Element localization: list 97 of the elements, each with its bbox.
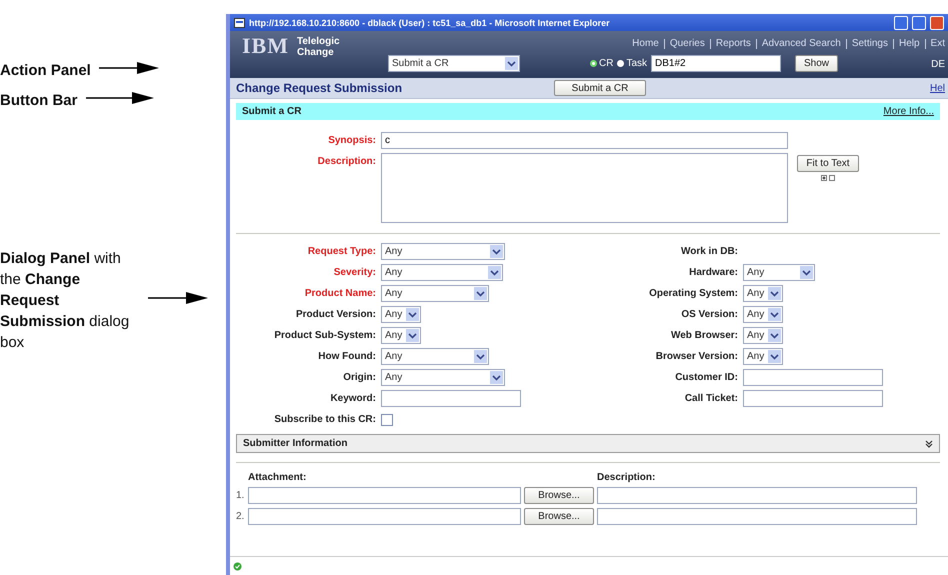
dropdown[interactable]: Any (381, 264, 503, 281)
dropdown[interactable]: Any (381, 243, 505, 260)
nav-link[interactable]: Home (632, 38, 659, 49)
caret-icon (488, 266, 501, 279)
text-field[interactable] (743, 369, 883, 386)
browse-button[interactable]: Browse... (524, 487, 594, 504)
nav-link[interactable]: Advanced Search (762, 38, 841, 49)
callout-arrow (148, 291, 208, 305)
window-title: http://192.168.10.210:8600 - dblack (User) : tc51_sa_db1 - Microsoft Internet Explorer (249, 18, 611, 28)
nav-link[interactable]: Ext (930, 38, 945, 49)
field-label: How Found: (317, 350, 376, 364)
minimize-button[interactable] (894, 16, 908, 30)
dropdown[interactable]: Any (743, 348, 783, 365)
caret-icon (490, 245, 503, 258)
caret-icon (800, 266, 813, 279)
page-icon (234, 18, 245, 28)
dropdown[interactable]: Any (743, 327, 783, 344)
caret-icon (406, 308, 419, 321)
callout-label: Action Panel (0, 61, 91, 81)
description-field[interactable] (381, 153, 788, 223)
field-label: Description: (316, 155, 376, 169)
column-header: Description: (597, 472, 656, 483)
status-icon (233, 562, 242, 570)
text-field[interactable] (743, 390, 883, 407)
field-label: Call Ticket: (684, 392, 738, 406)
dropdown[interactable]: Submit a CR (388, 54, 520, 72)
field-label: Product Name: (304, 287, 376, 301)
page-help-link[interactable]: Hel (930, 82, 945, 94)
caret-icon (474, 350, 487, 363)
field-label: Request Type: (306, 245, 376, 259)
nav-link[interactable]: Reports (716, 38, 751, 49)
product-name: Telelogic (297, 36, 340, 47)
field-label: Origin: (342, 371, 376, 385)
maximize-button[interactable] (912, 16, 926, 30)
logo: IBM (242, 36, 289, 56)
text-field[interactable] (381, 390, 521, 407)
submit-button[interactable]: Submit a CR (554, 80, 646, 96)
nav-link[interactable]: Help (898, 38, 920, 49)
dropdown[interactable]: Any (381, 306, 421, 323)
field-label: Customer ID: (674, 371, 738, 385)
submitter-section-header[interactable]: Submitter Information (236, 434, 940, 453)
nav-link[interactable]: Settings (852, 38, 888, 49)
chevron-icon (925, 440, 933, 448)
field-label: Browser Version: (654, 350, 738, 364)
task-field[interactable]: DB1#2 (651, 54, 782, 72)
row-number: 1. (236, 490, 245, 501)
section-title: Submit a CR (242, 106, 302, 117)
row-number: 2. (236, 511, 245, 522)
callout-arrow (98, 61, 159, 75)
caret-icon (768, 329, 781, 342)
radio-option[interactable]: Task (617, 58, 648, 68)
callout-label: Dialog Panel with the Change Request Submission dialog box (0, 249, 130, 353)
show-button[interactable]: Show (795, 54, 838, 72)
attachment-field[interactable] (248, 487, 521, 504)
dropdown[interactable]: Any (381, 285, 489, 302)
column-header: Attachment: (248, 472, 308, 483)
fit-to-text-button[interactable]: Fit to Text (797, 155, 859, 172)
caret-icon (406, 329, 419, 342)
caret-icon (768, 308, 781, 321)
dropdown[interactable]: Any (381, 369, 505, 386)
field-label: Synopsis: (327, 134, 376, 148)
field-label: Hardware: (688, 266, 738, 280)
field-label: Operating System: (648, 287, 738, 301)
caret-icon (768, 350, 781, 363)
page-title: Change Request Submission (236, 81, 404, 95)
callout-arrow (86, 91, 154, 105)
dropdown[interactable]: Any (381, 327, 421, 344)
field-label: Product Sub-System: (273, 329, 376, 343)
expand-collapse-icon[interactable] (820, 175, 836, 181)
nav-link[interactable]: Queries (670, 38, 705, 49)
checkbox[interactable] (381, 414, 393, 426)
caret-icon (474, 287, 487, 300)
attachment-description-field[interactable] (597, 487, 917, 504)
attachment-description-field[interactable] (597, 508, 917, 525)
caret-icon (768, 287, 781, 300)
field-label: Product Version: (294, 308, 376, 322)
caret-icon (505, 56, 518, 70)
field-label: OS Version: (680, 308, 738, 322)
dropdown[interactable]: Any (743, 306, 783, 323)
product-name: Change (297, 47, 335, 58)
attachment-field[interactable] (248, 508, 521, 525)
synopsis-field[interactable]: c (381, 132, 788, 149)
callout-label: Button Bar (0, 91, 78, 111)
dropdown[interactable]: Any (381, 348, 489, 365)
field-label: Subscribe to this CR: (273, 413, 376, 427)
field-label: Work in DB: (680, 245, 738, 259)
more-info-link[interactable]: More Info... (883, 106, 934, 117)
db-label: DE (931, 59, 945, 70)
field-label: Keyword: (329, 392, 376, 406)
dropdown[interactable]: Any (743, 264, 815, 281)
field-label: Severity: (332, 266, 376, 280)
caret-icon (490, 371, 503, 384)
radio-option[interactable]: CR (590, 58, 614, 68)
dropdown[interactable]: Any (743, 285, 783, 302)
close-button[interactable] (930, 16, 944, 30)
browse-button[interactable]: Browse... (524, 508, 594, 525)
field-label: Web Browser: (670, 329, 738, 343)
